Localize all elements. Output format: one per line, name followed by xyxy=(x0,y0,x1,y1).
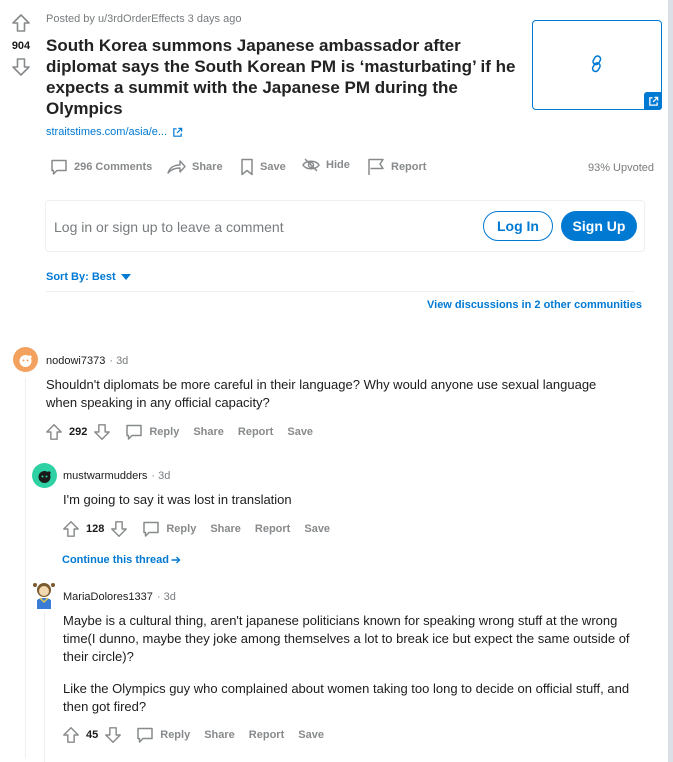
reply-label: Reply xyxy=(160,729,191,741)
upvote-arrow-icon[interactable] xyxy=(11,13,31,33)
continue-thread-link[interactable]: Continue this thread xyxy=(62,554,181,566)
avatar[interactable] xyxy=(32,463,57,488)
comment-actions: 128 Reply Share Report Save xyxy=(62,520,330,538)
comment-bubble-icon xyxy=(142,520,160,538)
sort-label: Sort By: Best xyxy=(46,271,116,283)
login-prompt-text: Log in or sign up to leave a comment xyxy=(54,219,284,235)
comment-author[interactable]: MariaDolores1337 xyxy=(63,591,153,603)
comment-meta: mustwarmudders · 3d xyxy=(63,470,170,482)
downvote-arrow-icon[interactable] xyxy=(104,726,122,744)
comment-score: 128 xyxy=(86,523,105,535)
sign-up-button[interactable]: Sign Up xyxy=(561,211,637,241)
comment-body: Like the Olympics guy who complained abo… xyxy=(63,681,630,714)
comments-label: 296 Comments xyxy=(74,161,153,173)
upvote-arrow-icon[interactable] xyxy=(62,726,80,744)
avatar[interactable] xyxy=(31,579,58,609)
save-button[interactable]: Save xyxy=(298,729,324,741)
bookmark-icon xyxy=(240,158,254,176)
reply-button[interactable]: Reply xyxy=(136,726,190,744)
sort-divider xyxy=(46,291,634,292)
share-button[interactable]: Share xyxy=(210,523,241,535)
share-button[interactable]: Share xyxy=(193,426,224,438)
report-button[interactable]: Report xyxy=(238,426,273,438)
downvote-arrow-icon[interactable] xyxy=(110,520,128,538)
report-button[interactable]: Report xyxy=(255,523,290,535)
report-flag-icon xyxy=(367,158,385,176)
comments-button[interactable]: 296 Comments xyxy=(50,158,152,176)
hide-button[interactable]: Hide xyxy=(302,158,350,172)
save-button[interactable]: Save xyxy=(304,523,330,535)
share-arrow-icon xyxy=(166,158,186,176)
downvote-arrow-icon[interactable] xyxy=(93,423,111,441)
arrow-right-icon xyxy=(171,555,181,565)
comment-score: 45 xyxy=(86,729,99,741)
comment-actions: 292 Reply Share Report Save xyxy=(45,423,313,441)
report-label: Report xyxy=(391,161,427,173)
comment-body: Shouldn't diplomats be more careful in t… xyxy=(46,377,597,410)
comment-actions: 45 Reply Share Report Save xyxy=(62,726,324,744)
thread-line[interactable] xyxy=(25,378,26,758)
posted-by[interactable]: Posted by u/3rdOrderEffects 3 days ago xyxy=(46,13,241,25)
comment-meta: MariaDolores1337 · 3d xyxy=(63,591,176,603)
login-prompt-box: Log in or sign up to leave a comment Log… xyxy=(45,200,645,252)
downvote-arrow-icon[interactable] xyxy=(11,57,31,77)
report-button[interactable]: Report xyxy=(249,729,284,741)
reply-label: Reply xyxy=(149,426,180,438)
comment-body: Maybe is a cultural thing, aren't japane… xyxy=(63,613,630,664)
share-button[interactable]: Share xyxy=(166,158,223,176)
share-label: Share xyxy=(192,161,223,173)
comment-bubble-icon xyxy=(136,726,154,744)
comment-bubble-icon xyxy=(50,158,68,176)
comment-body: I'm going to say it was lost in translat… xyxy=(63,492,292,507)
link-chain-icon xyxy=(589,55,605,73)
log-in-button[interactable]: Log In xyxy=(483,211,553,241)
reply-label: Reply xyxy=(166,523,197,535)
reply-button[interactable]: Reply xyxy=(142,520,196,538)
report-button[interactable]: Report xyxy=(367,158,426,176)
hide-eye-icon xyxy=(302,158,320,172)
external-link-icon xyxy=(172,127,183,138)
caret-down-icon xyxy=(120,274,131,280)
upvoted-percentage: 93% Upvoted xyxy=(587,162,654,174)
comment-author[interactable]: mustwarmudders xyxy=(63,470,147,482)
upvote-arrow-icon[interactable] xyxy=(45,423,63,441)
save-button[interactable]: Save xyxy=(287,426,313,438)
reply-button[interactable]: Reply xyxy=(125,423,179,441)
view-discussions-link[interactable]: View discussions in 2 other communities xyxy=(427,299,642,311)
comment-score: 292 xyxy=(69,426,88,438)
post-card: 904 Posted by u/3rdOrderEffects 3 days a… xyxy=(0,0,668,762)
comment-time: · 3d xyxy=(109,355,129,367)
post-title[interactable]: South Korea summons Japanese ambassador … xyxy=(46,35,516,119)
post-link[interactable]: straitstimes.com/asia/e... xyxy=(46,126,183,138)
continue-thread-label: Continue this thread xyxy=(62,554,169,566)
comment-time: · 3d xyxy=(156,591,176,603)
save-button[interactable]: Save xyxy=(240,158,286,176)
share-button[interactable]: Share xyxy=(204,729,235,741)
save-label: Save xyxy=(260,161,286,173)
avatar[interactable] xyxy=(13,347,38,372)
sort-dropdown[interactable]: Sort By: Best xyxy=(46,271,131,283)
comment-bubble-icon xyxy=(125,423,143,441)
post-vote-count: 904 xyxy=(11,40,31,52)
comment-meta: nodowi7373 · 3d xyxy=(46,355,128,367)
upvote-arrow-icon[interactable] xyxy=(62,520,80,538)
link-thumbnail[interactable] xyxy=(532,20,662,110)
open-external-badge-icon[interactable] xyxy=(644,92,662,110)
thread-line[interactable] xyxy=(44,612,45,762)
post-link-text[interactable]: straitstimes.com/asia/e... xyxy=(46,126,167,138)
hide-label: Hide xyxy=(326,159,350,171)
comment-time: · 3d xyxy=(151,470,171,482)
comment-author[interactable]: nodowi7373 xyxy=(46,355,105,367)
